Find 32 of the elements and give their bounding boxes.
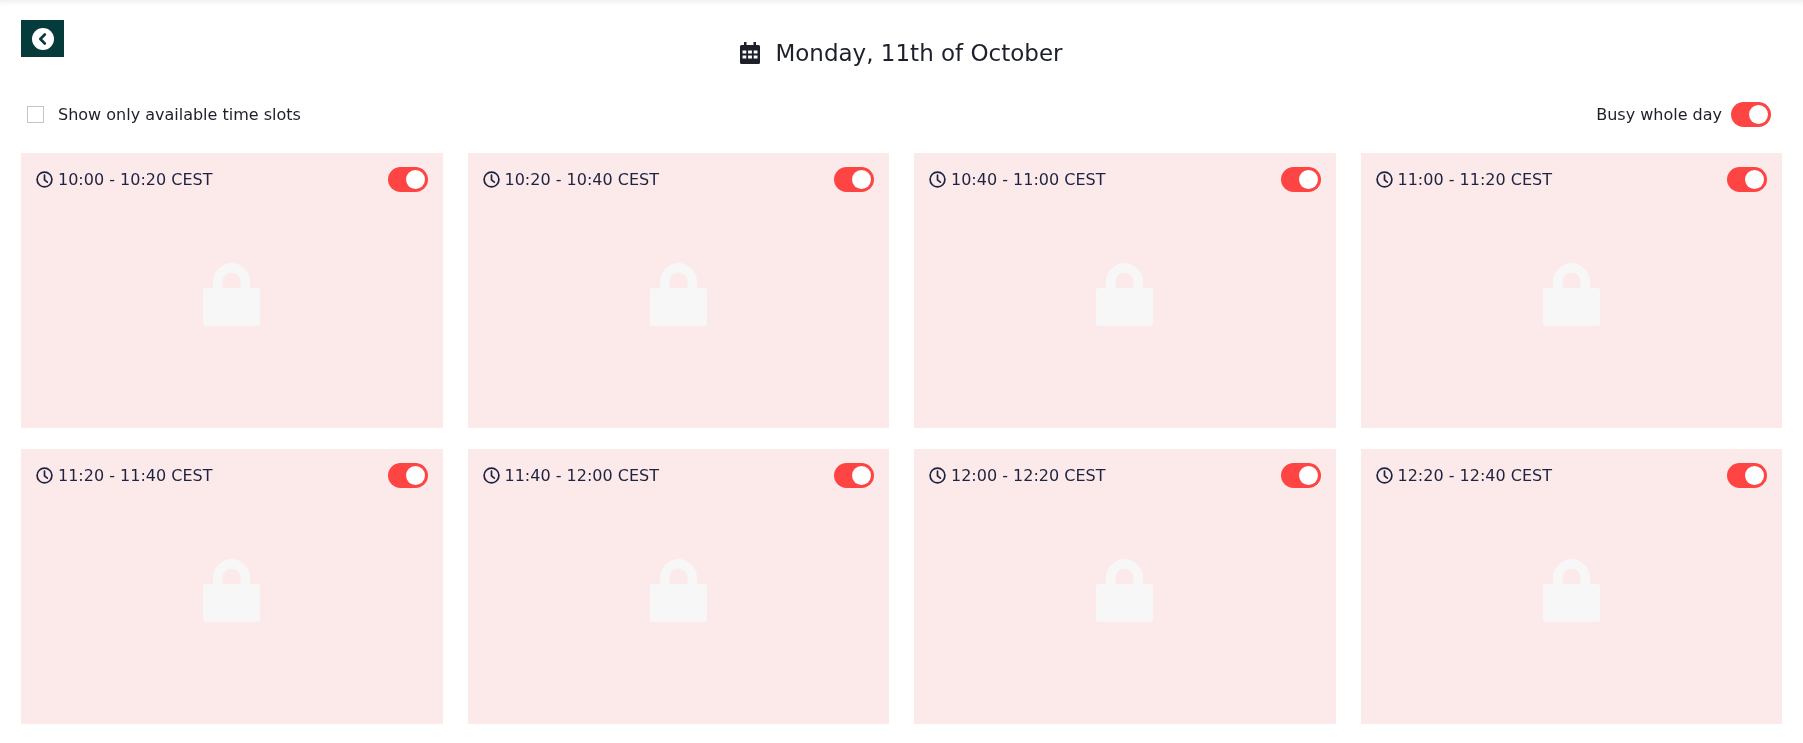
clock-icon	[482, 467, 500, 484]
checkbox[interactable]	[27, 106, 44, 123]
busy-toggle[interactable]	[1727, 463, 1767, 488]
clock-icon	[1375, 171, 1393, 188]
clock-icon	[36, 171, 53, 188]
time-slot-label: 10:00 - 10:20 CEST	[58, 169, 214, 190]
time-slot-label: 11:40 - 12:00 CEST	[504, 465, 660, 486]
time-slot-label: 12:00 - 12:20 CEST	[951, 465, 1107, 486]
date-heading: Monday, 11th of October	[775, 40, 1063, 66]
busy-toggle[interactable]	[387, 167, 428, 192]
checkbox-label: Show only available time slots	[58, 104, 301, 125]
busy-toggle[interactable]	[1280, 463, 1321, 488]
clock-icon	[1375, 467, 1393, 484]
busy-toggle[interactable]	[834, 167, 874, 192]
time-slot-label: 10:40 - 11:00 CEST	[951, 169, 1107, 190]
back-button[interactable]	[21, 20, 64, 57]
time-slot-label: 10:20 - 10:40 CEST	[504, 169, 660, 190]
busy-whole-day-toggle[interactable]	[1731, 102, 1771, 127]
time-slot-label: 11:20 - 11:40 CEST	[58, 465, 214, 486]
time-slot-label: 11:00 - 11:20 CEST	[1397, 169, 1553, 190]
time-slot-label: 12:20 - 12:40 CEST	[1397, 465, 1553, 486]
busy-toggle[interactable]	[834, 463, 874, 488]
busy-toggle[interactable]	[387, 463, 428, 488]
calendar-icon	[740, 42, 761, 64]
busy-toggle[interactable]	[1727, 167, 1767, 192]
clock-icon	[482, 171, 500, 188]
clock-icon	[36, 467, 53, 484]
busy-whole-day-label: Busy whole day	[1596, 104, 1722, 125]
clock-icon	[929, 171, 946, 188]
chevron-left-icon	[31, 27, 54, 50]
clock-icon	[929, 467, 946, 484]
busy-toggle[interactable]	[1280, 167, 1321, 192]
